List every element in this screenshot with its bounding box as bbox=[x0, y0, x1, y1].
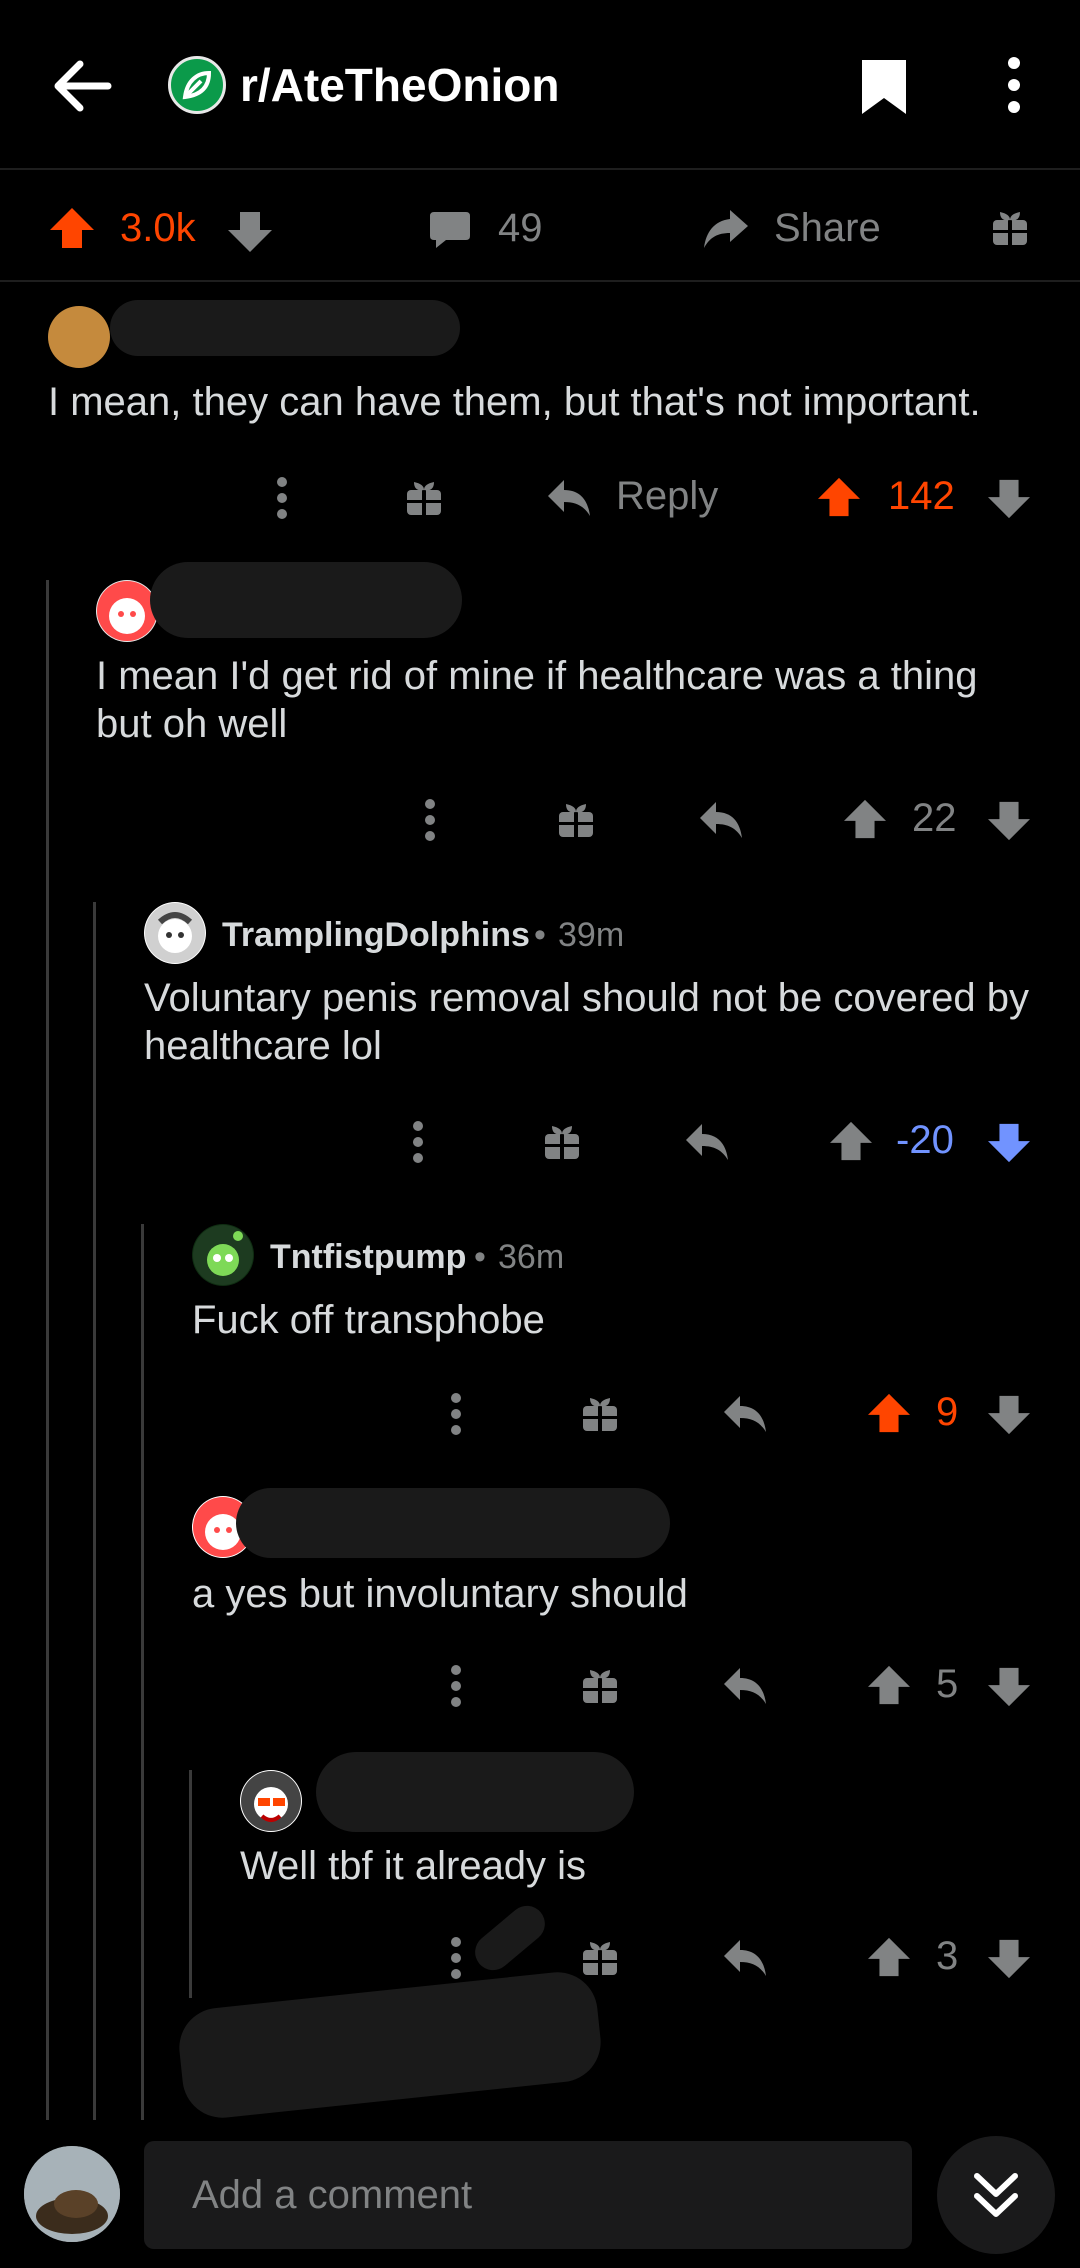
avatar[interactable] bbox=[240, 1770, 302, 1832]
reply-icon[interactable] bbox=[722, 1392, 768, 1434]
bookmark-icon[interactable] bbox=[858, 56, 910, 118]
comment-text: I mean, they can have them, but that's n… bbox=[48, 380, 981, 424]
reply-icon[interactable] bbox=[698, 798, 744, 840]
top-app-bar: r/AteTheOnion bbox=[0, 0, 1080, 168]
divider bbox=[0, 168, 1080, 170]
downvote-icon[interactable] bbox=[986, 1666, 1032, 1708]
comment-text: Well tbf it already is bbox=[240, 1844, 587, 1888]
more-vertical-icon[interactable] bbox=[1000, 56, 1028, 114]
next-comment-button[interactable] bbox=[937, 2136, 1055, 2254]
more-vertical-icon[interactable] bbox=[276, 476, 288, 520]
reply-icon[interactable] bbox=[722, 1936, 768, 1978]
subreddit-title[interactable]: r/AteTheOnion bbox=[240, 58, 559, 112]
username[interactable]: TramplingDolphins bbox=[222, 916, 530, 955]
award-icon[interactable] bbox=[542, 1122, 582, 1162]
award-icon[interactable] bbox=[580, 1666, 620, 1706]
comment-text: Voluntary penis removal should not be co… bbox=[144, 976, 1029, 1068]
redacted-username bbox=[316, 1752, 634, 1832]
downvote-icon[interactable] bbox=[986, 1394, 1032, 1436]
thread-line[interactable] bbox=[46, 580, 49, 2120]
downvote-icon[interactable] bbox=[986, 1938, 1032, 1980]
reply-icon[interactable] bbox=[546, 476, 592, 518]
redacted-username bbox=[175, 1968, 605, 2122]
user-avatar[interactable] bbox=[24, 2146, 120, 2242]
redaction-scribble bbox=[467, 1898, 553, 1978]
timestamp: 39m bbox=[558, 916, 625, 954]
separator-dot: • bbox=[474, 1238, 486, 1276]
share-button[interactable]: Share bbox=[774, 206, 881, 251]
comment-count[interactable]: 49 bbox=[498, 206, 543, 251]
more-vertical-icon[interactable] bbox=[424, 798, 436, 842]
downvote-icon[interactable] bbox=[986, 800, 1032, 842]
upvote-icon[interactable] bbox=[816, 476, 862, 518]
comment-text: Fuck off transphobe bbox=[192, 1298, 545, 1342]
comment-score: 9 bbox=[936, 1390, 959, 1434]
comment-text: I mean I'd get rid of mine if healthcare… bbox=[96, 654, 978, 746]
more-vertical-icon[interactable] bbox=[412, 1120, 424, 1164]
share-icon[interactable] bbox=[700, 206, 750, 250]
avatar[interactable] bbox=[96, 580, 158, 642]
redacted-username bbox=[236, 1488, 670, 1558]
reply-icon[interactable] bbox=[684, 1120, 730, 1162]
comment-text: a yes but involuntary should bbox=[192, 1572, 688, 1616]
downvote-icon[interactable] bbox=[986, 478, 1032, 520]
award-icon[interactable] bbox=[580, 1394, 620, 1434]
comment-score: 3 bbox=[936, 1934, 959, 1978]
thread-line[interactable] bbox=[189, 1770, 192, 1998]
comment-icon[interactable] bbox=[428, 208, 472, 252]
avatar[interactable] bbox=[192, 1224, 254, 1286]
divider bbox=[0, 280, 1080, 282]
upvote-icon[interactable] bbox=[48, 206, 96, 250]
redacted-username bbox=[110, 300, 460, 356]
reply-button[interactable]: Reply bbox=[616, 474, 718, 519]
add-comment-input[interactable]: Add a comment bbox=[144, 2141, 912, 2249]
more-vertical-icon[interactable] bbox=[450, 1936, 462, 1980]
post-score: 3.0k bbox=[120, 206, 196, 250]
comment-score: 142 bbox=[888, 474, 955, 518]
separator-dot: • bbox=[534, 916, 546, 954]
thread-line[interactable] bbox=[93, 902, 96, 2120]
upvote-icon[interactable] bbox=[828, 1120, 874, 1162]
comment-score: -20 bbox=[896, 1118, 954, 1162]
award-icon[interactable] bbox=[556, 800, 596, 840]
award-icon[interactable] bbox=[580, 1938, 620, 1978]
username[interactable]: Tntfistpump bbox=[270, 1238, 466, 1277]
upvote-icon[interactable] bbox=[866, 1936, 912, 1978]
award-icon[interactable] bbox=[404, 478, 444, 518]
upvote-icon[interactable] bbox=[866, 1664, 912, 1706]
comment-score: 5 bbox=[936, 1662, 959, 1706]
more-vertical-icon[interactable] bbox=[450, 1664, 462, 1708]
upvote-icon[interactable] bbox=[866, 1392, 912, 1434]
subreddit-icon[interactable] bbox=[168, 56, 226, 114]
award-icon[interactable] bbox=[990, 208, 1030, 248]
downvote-icon[interactable] bbox=[986, 1122, 1032, 1164]
avatar[interactable] bbox=[48, 306, 110, 368]
redacted-username bbox=[150, 562, 462, 638]
reply-icon[interactable] bbox=[722, 1664, 768, 1706]
downvote-icon[interactable] bbox=[226, 210, 274, 254]
back-arrow-icon[interactable] bbox=[52, 60, 112, 112]
upvote-icon[interactable] bbox=[842, 798, 888, 840]
timestamp: 36m bbox=[498, 1238, 565, 1276]
more-vertical-icon[interactable] bbox=[450, 1392, 462, 1436]
comment-score: 22 bbox=[912, 796, 957, 840]
double-chevron-down-icon bbox=[974, 2173, 1018, 2217]
thread-line[interactable] bbox=[141, 1224, 144, 2120]
avatar[interactable] bbox=[144, 902, 206, 964]
